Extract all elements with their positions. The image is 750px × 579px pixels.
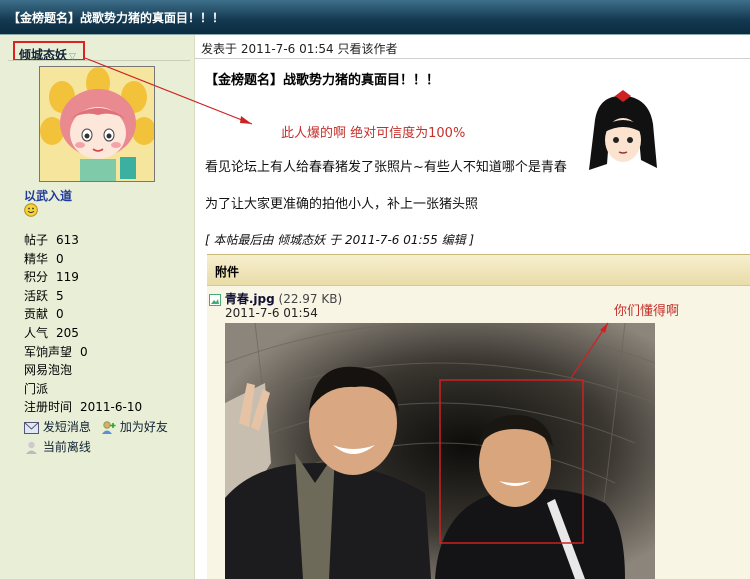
- stat-row: 人气 205: [24, 325, 79, 340]
- stat-row: 活跃 5: [24, 288, 64, 303]
- image-file-icon: [209, 293, 221, 306]
- offline-user-icon: [26, 441, 37, 454]
- stat-row: 积分 119: [24, 270, 79, 285]
- post-text-line: 看见论坛上有人给春春猪发了张照片~有些人不知道哪个是青春: [205, 160, 567, 175]
- author-name[interactable]: 倾城态妖 ▽: [13, 41, 85, 62]
- author-sidebar: 倾城态妖 ▽ 以武入道 帖子 613 精华 0 积分 119 活跃 5 贡献 0…: [0, 35, 195, 579]
- send-message-link[interactable]: 发短消息: [24, 418, 91, 435]
- attachment-filename[interactable]: 青春.jpg: [225, 292, 275, 306]
- avatar[interactable]: [39, 66, 155, 182]
- thread-title: 【金榜题名】战歌势力猪的真面目！！！: [8, 11, 225, 25]
- edit-notice: [ 本帖最后由 倾城态妖 于 2011-7-6 01:55 编辑 ]: [205, 233, 475, 247]
- stat-row: 精华 0: [24, 251, 64, 266]
- post-text-line: 为了让大家更准确的拍他小人，补上一张猪头照: [205, 197, 479, 212]
- attachment-photo[interactable]: [225, 323, 655, 579]
- user-stats: 帖子 613 精华 0 积分 119 活跃 5 贡献 0 人气 205 军饷声望 0 网易泡泡…: [24, 231, 142, 417]
- user-rank: 以武入道: [24, 189, 73, 203]
- attachment-date: 2011-7-6 01:54: [225, 306, 318, 320]
- post-meta: 发表于 2011-7-6 01:54 只看该作者: [201, 42, 398, 56]
- stat-row: 注册时间 2011-6-10: [24, 400, 143, 415]
- divider: [8, 60, 190, 61]
- stat-row: 军饷声望 0: [24, 344, 88, 359]
- attachment-file[interactable]: 青春.jpg (22.97 KB): [209, 290, 342, 307]
- thread-title-bar: 【金榜题名】战歌势力猪的真面目！！！: [0, 0, 750, 35]
- smiley-icon: [24, 203, 38, 217]
- attachment-size: (22.97 KB): [278, 292, 343, 306]
- stat-row: 门派: [24, 381, 49, 396]
- post-title: 【金榜题名】战歌势力猪的真面目！！！: [205, 73, 440, 88]
- post-content: 发表于 2011-7-6 01:54 只看该作者 【金榜题名】战歌势力猪的真面目…: [195, 35, 750, 579]
- online-status: 当前离线: [24, 438, 91, 455]
- stat-row: 贡献 0: [24, 307, 64, 322]
- divider: [195, 58, 750, 59]
- stat-row: 网易泡泡: [24, 363, 73, 378]
- red-annotation: 你们懂得啊: [614, 304, 680, 319]
- stat-row: 帖子 613: [24, 233, 79, 247]
- add-friend-link[interactable]: 加为好友: [101, 418, 168, 435]
- attachment-header: 附件: [207, 254, 750, 286]
- add-friend-icon: [102, 420, 116, 434]
- red-annotation: 此人爆的啊 绝对可信度为100%: [281, 126, 466, 141]
- cartoon-emoticon-icon: [589, 90, 657, 170]
- envelope-icon: [24, 421, 39, 434]
